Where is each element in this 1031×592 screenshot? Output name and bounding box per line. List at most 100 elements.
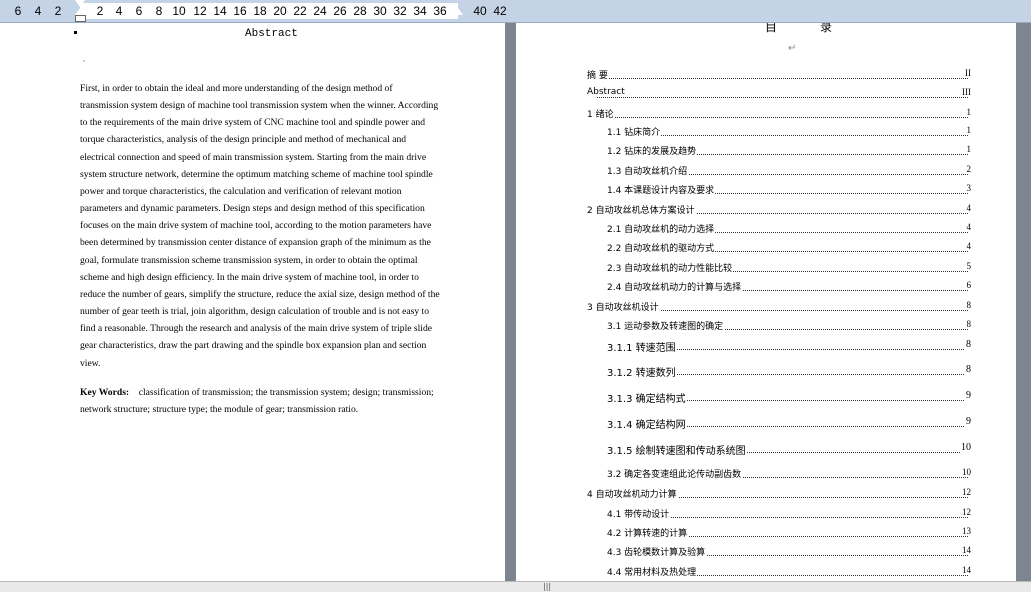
toc-entry[interactable]: 3.1.4 确定结构网 9 [516, 416, 1016, 431]
ruler-tick-label: 14 [213, 4, 227, 18]
toc-entry[interactable]: 摘 要 II [516, 68, 1016, 82]
toc-entry[interactable]: 4.4 常用材料及热处理 14 [516, 565, 1016, 579]
ruler-tick-label: 24 [313, 4, 327, 18]
ruler-tick-label: 32 [393, 4, 407, 18]
ruler-tick-label: 12 [193, 4, 207, 18]
toc-entry-page: 6 [965, 280, 971, 290]
toc-leader-dots [617, 125, 968, 136]
keywords-paragraph[interactable]: Key Words: classification of transmissio… [80, 384, 460, 418]
toc-entry-label: 1.4 本课题设计内容及要求 [607, 183, 716, 196]
abstract-line: reduce the number of gears, simplify the… [80, 288, 440, 300]
ruler-tick-label: 18 [253, 4, 267, 18]
ruler-tick-label: 10 [172, 4, 186, 18]
page-table-of-contents[interactable]: 目 录 ↵ 摘 要 II Abstract III 1 绪论 1 1.1 钻床简介 1 1.2 … [516, 23, 1016, 581]
toc-entry-page: 12 [961, 487, 971, 497]
toc-entry[interactable]: 3.1 运动参数及转速图的确定 8 [516, 319, 1016, 333]
ruler-tick-label: 36 [433, 4, 447, 18]
right-margin-area [1016, 46, 1031, 581]
toc-entry-label: 4 自动攻丝机动力计算 [587, 487, 678, 500]
toc-entry[interactable]: 1.1 钻床简介 1 [516, 125, 1016, 139]
toc-entry[interactable]: 2.4 自动攻丝机动力的计算与选择 6 [516, 280, 1016, 294]
ruler-tick-label: 2 [96, 4, 104, 18]
abstract-line: gear characteristics, draw the part draw… [80, 340, 427, 352]
toc-entry-page: 10 [960, 442, 971, 453]
toc-entry[interactable]: 3.1.5 绘制转速图和传动系统图 10 [516, 442, 1016, 457]
toc-entry[interactable]: 4.2 计算转速的计算 13 [516, 526, 1016, 540]
ruler-tick-label: 2 [54, 4, 62, 18]
toc-entry-label: Abstract [587, 87, 626, 97]
keywords-label: Key Words: [80, 387, 130, 398]
split-grip-icon[interactable]: ||| [543, 583, 551, 591]
toc-entry[interactable]: 2.1 自动攻丝机的动力选择 4 [516, 222, 1016, 236]
toc-entry-label: 4.4 常用材料及热处理 [607, 565, 698, 578]
abstract-line: focuses on the main drive system of mach… [80, 220, 432, 232]
toc-entry[interactable]: 2.3 自动攻丝机的动力性能比较 5 [516, 261, 1016, 275]
toc-entry[interactable]: 1.2 钻床的发展及趋势 1 [516, 144, 1016, 158]
toc-entry-label: 4.3 齿轮模数计算及验算 [607, 545, 707, 558]
toc-entry-label: 2.1 自动攻丝机的动力选择 [607, 222, 716, 235]
ruler-tick-label: 6 [135, 4, 143, 18]
toc-entry-label: 3.1.2 转速数列 [607, 364, 677, 379]
ruler-tick-label: 6 [14, 4, 22, 18]
toc-entry[interactable]: Abstract III [516, 87, 1016, 101]
toc-entry-label: 4.1 带传动设计 [607, 507, 671, 520]
keywords-line-1: classification of transmission; the tran… [138, 387, 434, 398]
abstract-line: system structure network, determine the … [80, 168, 433, 180]
right-indent-marker[interactable] [453, 8, 463, 15]
toc-entry-page: 8 [965, 300, 971, 310]
toc-entry[interactable]: 4.1 带传动设计 12 [516, 507, 1016, 521]
abstract-line: goal, formulate transmission scheme tran… [80, 254, 418, 266]
toc-entry[interactable]: 3 自动攻丝机设计 8 [516, 300, 1016, 314]
ruler-tick-label: 26 [333, 4, 347, 18]
toc-entry-page: 4 [965, 203, 971, 213]
toc-entry-label: 3.1.1 转速范围 [607, 339, 677, 354]
abstract-line: electrical connection and speed of main … [80, 151, 427, 163]
toc-entry[interactable]: 3.1.3 确定结构式 9 [516, 390, 1016, 405]
toc-entry-page: II [964, 68, 971, 78]
toc-entry[interactable]: 4 自动攻丝机动力计算 12 [516, 487, 1016, 501]
toc-entry-page: 3 [965, 183, 971, 193]
toc-entry-label: 3 自动攻丝机设计 [587, 300, 660, 313]
paragraph-mark [74, 31, 77, 34]
toc-entry[interactable]: 2.2 自动攻丝机的驱动方式 4 [516, 241, 1016, 255]
toc-entry[interactable]: 4.3 齿轮模数计算及验算 14 [516, 545, 1016, 559]
toc-leader-dots [597, 87, 968, 98]
abstract-body[interactable]: First, in order to obtain the ideal and … [80, 80, 460, 372]
toc-entry-page: 9 [965, 390, 971, 401]
toc-entry-page: 10 [961, 467, 971, 477]
ruler-tick-label: 40 [473, 4, 487, 18]
toc-entry-page: 12 [961, 507, 971, 517]
abstract-line: torque characteristics, analysis of the … [80, 134, 407, 146]
toc-entry-label: 3.2 确定各变速组此论传动副齿数 [607, 467, 743, 480]
left-indent-marker[interactable] [75, 15, 86, 22]
toc-entry-label: 3.1.5 绘制转速图和传动系统图 [607, 442, 747, 457]
toc-entry-label: 1.2 钻床的发展及趋势 [607, 144, 698, 157]
toc-entry[interactable]: 3.2 确定各变速组此论传动副齿数 10 [516, 467, 1016, 481]
toc-entry-label: 1 绪论 [587, 107, 615, 120]
toc-leader-dots [597, 68, 968, 79]
toc-entry-page: 2 [965, 164, 971, 174]
ruler-tick-label: 4 [115, 4, 123, 18]
toc-entry[interactable]: 2 自动攻丝机总体方案设计 4 [516, 203, 1016, 217]
abstract-line: scheme and high design efficiency. In th… [80, 271, 419, 283]
hanging-indent-marker[interactable] [75, 8, 85, 15]
toc-entry-page: 13 [961, 526, 971, 536]
page-abstract[interactable]: Abstract , First, in order to obtain the… [0, 23, 505, 581]
toc-entry-label: 2.2 自动攻丝机的驱动方式 [607, 241, 716, 254]
toc-entry-page: 14 [961, 545, 971, 555]
toc-entry[interactable]: 1.3 自动攻丝机介绍 2 [516, 164, 1016, 178]
abstract-line: to the requirements of the main drive sy… [80, 117, 426, 129]
bottom-scroll-area[interactable]: ||| [0, 581, 1031, 592]
toc-entry-label: 1.1 钻床简介 [607, 125, 662, 138]
toc-entry[interactable]: 1.4 本课题设计内容及要求 3 [516, 183, 1016, 197]
abstract-line: parameters and dynamic parameters. Desig… [80, 203, 425, 215]
toc-entry[interactable]: 1 绪论 1 [516, 107, 1016, 121]
abstract-line: view. [80, 357, 101, 369]
horizontal-ruler[interactable]: 6 4 2 2 4 6 8 10 12 14 16 18 20 22 24 26 28 30 32 34 36 40 42 [0, 0, 1031, 23]
toc-entry[interactable]: 3.1.1 转速范围 8 [516, 339, 1016, 354]
toc-entry-label: 2.4 自动攻丝机动力的计算与选择 [607, 280, 743, 293]
first-line-indent-marker[interactable] [75, 0, 85, 7]
toc-entry[interactable]: 3.1.2 转速数列 8 [516, 364, 1016, 379]
toc-entry-label: 3.1.3 确定结构式 [607, 390, 687, 405]
toc-entry-page: 9 [965, 416, 971, 427]
